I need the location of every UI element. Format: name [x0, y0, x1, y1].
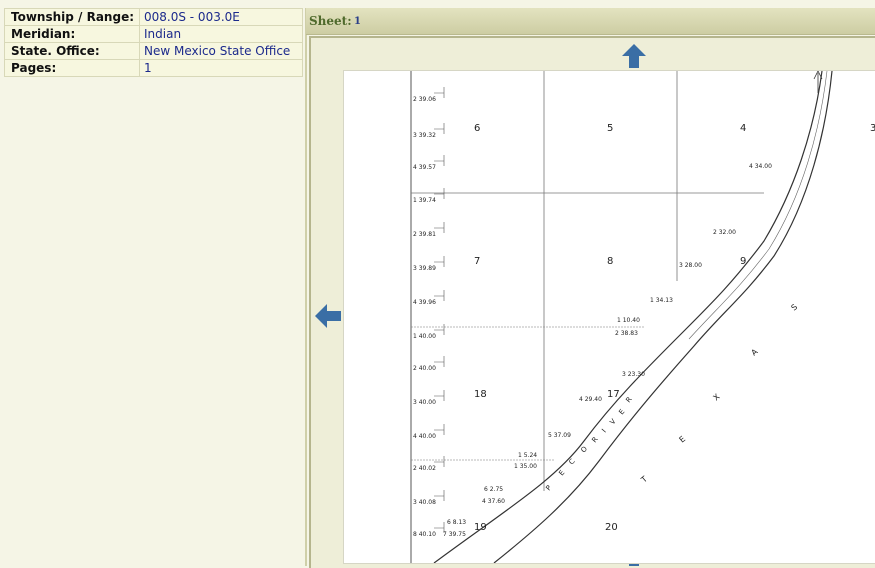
river-name-letter: R	[624, 395, 633, 404]
pan-left-button[interactable]	[314, 303, 342, 329]
section-number: 18	[474, 389, 487, 400]
lot-area-label: 1 40.00	[413, 333, 436, 340]
lot-area-label: 2 39.81	[413, 231, 436, 238]
arrow-up-icon	[622, 44, 646, 68]
lot-area-label: 4 40.00	[413, 433, 436, 440]
lot-area-label: 2 32.00	[713, 229, 736, 236]
info-row-township: Township / Range: 008.0S - 003.0E	[4, 8, 303, 26]
arrow-left-icon	[315, 304, 341, 328]
lot-area-label: 2 40.02	[413, 465, 436, 472]
survey-plat-image[interactable]: 6 5 4 3 7 8 9 18 17 19 20 2 39.06 3 39.32 4 39.57 1 39…	[343, 70, 875, 564]
lot-area-label: 1 35.00	[514, 463, 537, 470]
lot-area-label: 4 39.96	[413, 299, 436, 306]
info-value: New Mexico State Office	[139, 42, 303, 60]
lot-area-label: 3 23.30	[622, 371, 645, 378]
section-number: 9	[740, 256, 746, 267]
section-number: 4	[740, 123, 746, 134]
territory-name-letter: E	[678, 434, 688, 444]
lot-area-label: 3 40.08	[413, 499, 436, 506]
river-name-letter: C	[567, 457, 576, 466]
lot-area-label: 3 39.32	[413, 132, 436, 139]
lot-area-label: 4 29.40	[579, 396, 602, 403]
lot-area-label: 4 39.57	[413, 164, 436, 171]
panel-divider	[305, 8, 307, 566]
info-row-state-office: State. Office: New Mexico State Office	[4, 42, 303, 60]
lot-area-label: 2 38.83	[615, 330, 638, 337]
info-value: 008.0S - 003.0E	[139, 8, 303, 26]
territory-name-letter: A	[750, 347, 760, 358]
survey-plat-drawing: 6 5 4 3 7 8 9 18 17 19 20 2 39.06 3 39.32 4 39.57 1 39…	[410, 71, 875, 563]
lot-area-label: 1 10.40	[617, 317, 640, 324]
section-number: 5	[607, 123, 613, 134]
section-number: 8	[607, 256, 613, 267]
lot-area-label: 4 37.60	[482, 498, 505, 505]
river-name-letter: E	[617, 408, 626, 417]
lot-area-label: 4 34.00	[749, 163, 772, 170]
river-name-letter: E	[557, 469, 566, 478]
lot-area-label: 6 8.13	[447, 519, 466, 526]
section-number: 20	[605, 522, 618, 533]
section-number: 19	[474, 522, 487, 533]
info-label: Township / Range:	[4, 8, 140, 26]
info-row-pages: Pages: 1	[4, 59, 303, 77]
river-name-letter: I	[600, 428, 607, 435]
river-name-letter: V	[608, 417, 617, 426]
lot-area-label: 2 40.00	[413, 365, 436, 372]
territory-name-letter: S	[790, 302, 800, 312]
river-name-letter: R	[590, 435, 599, 444]
section-number: 3	[870, 123, 875, 134]
township-info-table: Township / Range: 008.0S - 003.0E Meridi…	[4, 8, 303, 77]
territory-name-letter: X	[712, 392, 722, 403]
section-number: 17	[607, 389, 620, 400]
lot-area-label: 2 39.06	[413, 96, 436, 103]
section-number: 6	[474, 123, 480, 134]
section-number: 7	[474, 256, 480, 267]
lot-area-label: 7 39.75	[443, 531, 466, 538]
info-row-meridian: Meridian: Indian	[4, 25, 303, 43]
lot-area-label: 1 34.13	[650, 297, 673, 304]
info-value: 1	[139, 59, 303, 77]
lot-area-label: 3 39.89	[413, 265, 436, 272]
info-label: Pages:	[4, 59, 140, 77]
info-value: Indian	[139, 25, 303, 43]
sheet-number: 1	[354, 16, 361, 27]
lot-area-label: 1 5.24	[518, 452, 537, 459]
river-name-letter: O	[579, 445, 589, 455]
lot-area-label: 6 2.75	[484, 486, 503, 493]
river-name-letter: P	[544, 484, 553, 492]
lot-area-label: 5 37.09	[548, 432, 571, 439]
info-label: Meridian:	[4, 25, 140, 43]
lot-area-label: 8 40.10	[413, 531, 436, 538]
sheet-label: Sheet:	[309, 14, 352, 28]
pan-up-button[interactable]	[621, 43, 647, 69]
lot-area-label: 3 28.00	[679, 262, 702, 269]
sheet-header: Sheet: 1	[306, 8, 875, 35]
lot-area-label: 1 39.74	[413, 197, 436, 204]
territory-name-letter: T	[639, 474, 649, 485]
info-label: State. Office:	[4, 42, 140, 60]
lot-area-label: 3 40.00	[413, 399, 436, 406]
